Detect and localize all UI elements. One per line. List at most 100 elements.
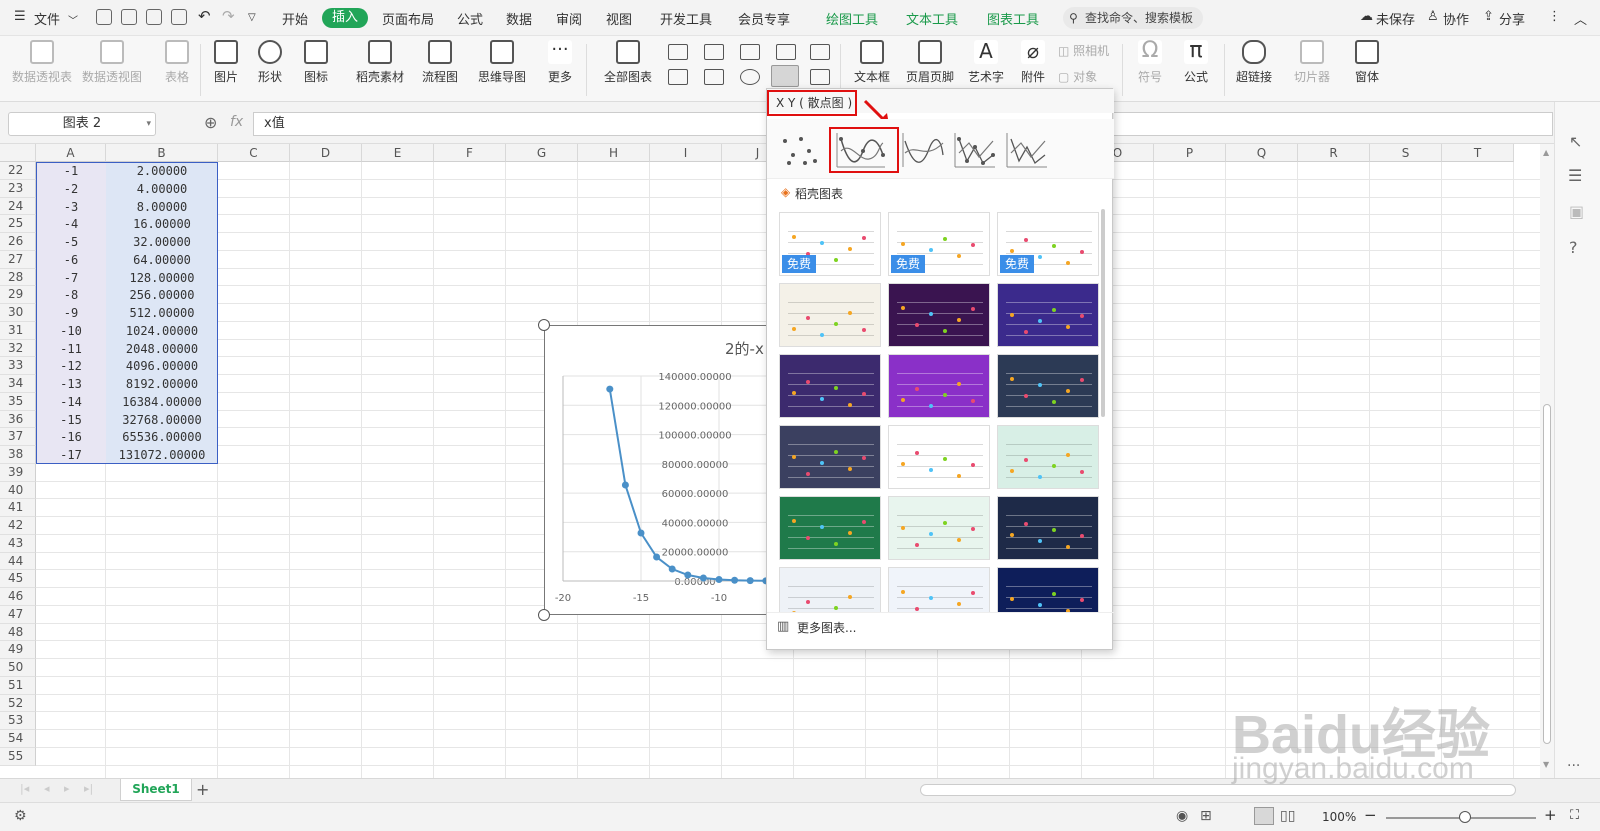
zoom-level[interactable]: 100%: [1322, 810, 1356, 824]
tab-text-tools[interactable]: 文本工具: [906, 9, 958, 28]
collaborate-button[interactable]: 协作: [1443, 9, 1469, 28]
tab-insert[interactable]: 插入: [322, 8, 368, 28]
tab-developer[interactable]: 开发工具: [660, 9, 712, 28]
scatter-straight-lines-icon[interactable]: [1005, 131, 1049, 169]
vertical-scrollbar[interactable]: ▲ ▼: [1540, 144, 1554, 778]
other-chart-icon[interactable]: [810, 69, 830, 85]
row-header[interactable]: 47: [0, 605, 36, 624]
stock-chart-icon[interactable]: [810, 44, 830, 60]
form-button[interactable]: 窗体: [1350, 40, 1384, 85]
cell-a[interactable]: -8: [36, 286, 106, 304]
template-gallery[interactable]: 免费 免费 免费: [767, 206, 1105, 612]
cell-a[interactable]: -3: [36, 197, 106, 216]
cell-a[interactable]: -12: [36, 357, 106, 375]
select-pointer-icon[interactable]: ↖: [1569, 132, 1582, 151]
cell-a[interactable]: -7: [36, 268, 106, 287]
chevron-down-icon[interactable]: ▾: [146, 113, 151, 135]
cell-b[interactable]: 2048.00000: [106, 339, 218, 358]
chart-template-thumbnail[interactable]: [888, 496, 990, 560]
row-header[interactable]: 50: [0, 659, 36, 677]
cell-a[interactable]: -14: [36, 392, 106, 411]
resize-handle[interactable]: [538, 609, 550, 621]
pivot-chart-button[interactable]: 数据透视图: [82, 40, 142, 85]
area-chart-icon[interactable]: [668, 69, 688, 85]
all-charts-button[interactable]: 全部图表: [600, 40, 656, 85]
cell-b[interactable]: 1024.00000: [106, 321, 218, 340]
row-header[interactable]: 33: [0, 357, 36, 375]
sheet-tab-sheet1[interactable]: Sheet1: [120, 779, 192, 801]
customize-chevron-icon[interactable]: ▽: [248, 12, 256, 23]
row-header[interactable]: 36: [0, 410, 36, 429]
scatter-chart-icon[interactable]: [771, 65, 799, 87]
cell-b[interactable]: 4096.00000: [106, 357, 218, 375]
properties-icon[interactable]: ☰: [1568, 166, 1582, 185]
collapse-ribbon-icon[interactable]: ︿: [1574, 9, 1587, 28]
fullscreen-icon[interactable]: ⛶: [1570, 808, 1579, 823]
sheet-nav-prev-icon[interactable]: ◂: [44, 782, 50, 795]
row-header[interactable]: 38: [0, 446, 36, 464]
cell-b[interactable]: 16.00000: [106, 215, 218, 233]
row-header[interactable]: 31: [0, 321, 36, 340]
cell-a[interactable]: -4: [36, 215, 106, 233]
undo-icon[interactable]: ↶: [198, 7, 211, 25]
row-header[interactable]: 37: [0, 428, 36, 446]
row-header[interactable]: 41: [0, 499, 36, 517]
symbol-button[interactable]: Ω 符号: [1132, 40, 1168, 85]
column-header-g[interactable]: G: [506, 144, 578, 162]
scroll-down-icon[interactable]: ▼: [1543, 760, 1549, 769]
flowchart-button[interactable]: 流程图: [418, 40, 462, 85]
gallery-scrollbar[interactable]: [1101, 209, 1105, 417]
scatter-straight-lines-markers-icon[interactable]: [953, 131, 997, 169]
docer-material-button[interactable]: 稻壳素材: [354, 40, 406, 85]
column-header-d[interactable]: D: [290, 144, 362, 162]
chart-template-thumbnail[interactable]: [888, 425, 990, 489]
print-icon[interactable]: [146, 9, 162, 25]
cell-b[interactable]: 128.00000: [106, 268, 218, 287]
cell-a[interactable]: -13: [36, 375, 106, 393]
cell-b[interactable]: 4.00000: [106, 179, 218, 198]
chart-template-thumbnail[interactable]: 免费: [997, 212, 1099, 276]
row-header[interactable]: 23: [0, 179, 36, 198]
row-header[interactable]: 54: [0, 730, 36, 748]
chart-template-thumbnail[interactable]: [779, 567, 881, 612]
cell-a[interactable]: -16: [36, 428, 106, 446]
help-icon[interactable]: ?: [1569, 238, 1578, 257]
icon-button[interactable]: 图标: [298, 40, 334, 85]
output-icon[interactable]: [121, 9, 137, 25]
cell-b[interactable]: 131072.00000: [106, 446, 218, 464]
sheet-nav-first-icon[interactable]: |◂: [20, 782, 29, 795]
cell-b[interactable]: 256.00000: [106, 286, 218, 304]
row-header[interactable]: 34: [0, 375, 36, 393]
chart-template-thumbnail[interactable]: [997, 354, 1099, 418]
chart-template-thumbnail[interactable]: 免费: [888, 212, 990, 276]
cell-b[interactable]: 2.00000: [106, 162, 218, 180]
save-icon[interactable]: [96, 9, 112, 25]
line-chart-icon[interactable]: [740, 44, 760, 60]
fx-icon[interactable]: fx: [230, 114, 243, 130]
row-header[interactable]: 28: [0, 268, 36, 287]
picture-button[interactable]: 图片: [208, 40, 244, 85]
tab-data[interactable]: 数据: [506, 9, 532, 28]
cell-b[interactable]: 32768.00000: [106, 410, 218, 429]
column-chart-icon[interactable]: [668, 44, 688, 60]
row-header[interactable]: 52: [0, 694, 36, 713]
row-header[interactable]: 49: [0, 641, 36, 659]
row-header[interactable]: 25: [0, 215, 36, 233]
row-header[interactable]: 43: [0, 534, 36, 553]
chart-template-thumbnail[interactable]: [888, 354, 990, 418]
chart-template-thumbnail[interactable]: [779, 354, 881, 418]
cell-a[interactable]: -10: [36, 321, 106, 340]
name-box[interactable]: 图表 2 ▾: [8, 112, 156, 136]
column-header-s[interactable]: S: [1370, 144, 1442, 162]
slicer-button[interactable]: 切片器: [1292, 40, 1332, 85]
tab-membership[interactable]: 会员专享: [738, 9, 790, 28]
tab-chart-tools[interactable]: 图表工具: [987, 9, 1039, 28]
tab-page-layout[interactable]: 页面布局: [382, 9, 434, 28]
unsaved-status[interactable]: 未保存: [1376, 9, 1415, 28]
row-header[interactable]: 42: [0, 517, 36, 535]
tab-review[interactable]: 审阅: [556, 9, 582, 28]
chart-template-thumbnail[interactable]: [888, 283, 990, 347]
row-header[interactable]: 35: [0, 392, 36, 411]
row-header[interactable]: 44: [0, 552, 36, 571]
row-header[interactable]: 40: [0, 481, 36, 500]
